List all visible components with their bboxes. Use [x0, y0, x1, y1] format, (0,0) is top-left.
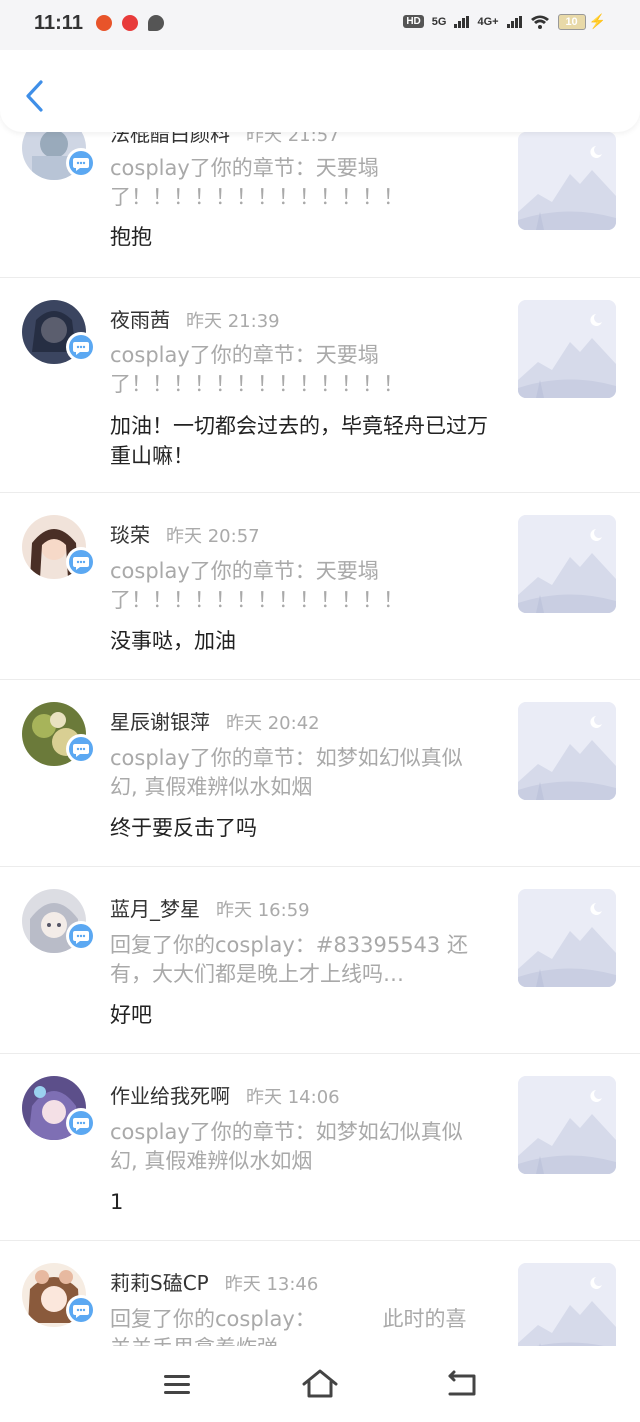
hd-voice-icon: HD — [403, 15, 424, 28]
notification-app-icon — [122, 15, 138, 31]
reply-text: 1 — [110, 1190, 124, 1214]
sender-name[interactable]: 夜雨茜 — [110, 304, 170, 333]
system-nav-bar — [0, 1346, 640, 1422]
list-item[interactable]: 作业给我死啊 昨天 14:06 cosplay了你的章节：如梦如幻似真似幻, 真… — [0, 1054, 640, 1241]
referenced-content[interactable]: cosplay了你的章节：天要塌了！！！！！！！！！！！！！ — [110, 341, 470, 399]
chapter-thumbnail[interactable] — [518, 300, 616, 398]
chapter-thumbnail[interactable] — [518, 889, 616, 987]
notification-app-icon — [96, 15, 112, 31]
chapter-thumbnail[interactable] — [518, 1263, 616, 1346]
chapter-thumbnail[interactable] — [518, 132, 616, 230]
comment-badge-icon — [66, 1108, 96, 1138]
list-item[interactable]: 星辰谢银萍 昨天 20:42 cosplay了你的章节：如梦如幻似真似幻, 真假… — [0, 680, 640, 867]
battery-icon: 10 ⚡ — [557, 13, 606, 30]
sender-name[interactable]: 琰荣 — [110, 519, 150, 548]
avatar[interactable] — [22, 300, 96, 366]
comment-badge-icon — [66, 547, 96, 577]
comment-badge-icon — [66, 148, 96, 178]
comment-badge-icon — [66, 734, 96, 764]
referenced-content[interactable]: cosplay了你的章节：天要塌了！！！！！！！！！！！！！ — [110, 154, 470, 212]
menu-icon[interactable] — [158, 1366, 198, 1402]
signal-icon — [506, 15, 522, 28]
charging-icon: ⚡ — [588, 13, 606, 29]
back-icon[interactable] — [442, 1366, 482, 1402]
home-icon[interactable] — [300, 1366, 340, 1402]
referenced-content[interactable]: cosplay了你的章节：如梦如幻似真似幻, 真假难辨似水如烟 — [110, 1118, 470, 1176]
avatar[interactable] — [22, 1263, 96, 1329]
reply-text: 没事哒，加油 — [110, 629, 236, 653]
avatar[interactable] — [22, 889, 96, 955]
avatar[interactable] — [22, 702, 96, 768]
status-time: 11:11 — [34, 12, 83, 34]
referenced-content[interactable]: 回复了你的cosplay：#83395543 还有，大大们都是晚上才上线吗… — [110, 931, 470, 989]
chapter-thumbnail[interactable] — [518, 702, 616, 800]
comment-badge-icon — [66, 1295, 96, 1325]
list-item[interactable]: 夜雨茜 昨天 21:39 cosplay了你的章节：天要塌了！！！！！！！！！！… — [0, 278, 640, 493]
message-time: 昨天 13:46 — [224, 1274, 319, 1295]
message-time: 昨天 20:42 — [226, 713, 320, 734]
reply-text: 抱抱 — [110, 225, 152, 249]
sender-name[interactable]: 莉莉S磕CP — [110, 1267, 209, 1296]
comment-badge-icon — [66, 921, 96, 951]
message-time: 昨天 20:57 — [166, 526, 260, 547]
back-chevron-left-icon[interactable] — [20, 78, 50, 114]
referenced-content[interactable]: cosplay了你的章节：如梦如幻似真似幻, 真假难辨似水如烟 — [110, 744, 470, 802]
reply-text: 终于要反击了吗 — [110, 816, 257, 840]
battery-level: 10 — [557, 13, 586, 30]
reply-text: 好吧 — [110, 1003, 152, 1027]
sender-name[interactable]: 蓝月_梦星 — [110, 893, 200, 922]
chapter-thumbnail[interactable] — [518, 1076, 616, 1174]
message-time: 昨天 21:39 — [186, 311, 280, 332]
sender-name[interactable]: 作业给我死啊 — [110, 1080, 230, 1109]
referenced-content[interactable]: cosplay了你的章节：天要塌了！！！！！！！！！！！！！ — [110, 557, 470, 615]
list-item[interactable]: 蓝月_梦星 昨天 16:59 回复了你的cosplay：#83395543 还有… — [0, 867, 640, 1054]
signal-icon — [454, 15, 470, 28]
message-time: 昨天 16:59 — [216, 900, 310, 921]
network-label-2: 4G+ — [477, 15, 499, 28]
chat-notification-icon — [148, 15, 164, 31]
list-item[interactable]: 莉莉S磕CP 昨天 13:46 回复了你的cosplay： 此时的喜羊羊手里拿着… — [0, 1241, 640, 1346]
comment-badge-icon — [66, 332, 96, 362]
message-list[interactable]: 法棍醋白颜料 昨天 21:57 cosplay了你的章节：天要塌了！！！！！！！… — [0, 0, 640, 1346]
message-time: 昨天 14:06 — [246, 1087, 340, 1108]
network-label: 5G — [431, 15, 447, 28]
avatar[interactable] — [22, 515, 96, 581]
wifi-icon — [530, 15, 549, 29]
status-bar: 11:11 HD 5G 4G+ 10 ⚡ — [0, 0, 640, 50]
chapter-thumbnail[interactable] — [518, 515, 616, 613]
referenced-content[interactable]: 回复了你的cosplay： 此时的喜羊羊手里拿着炸弹 — [110, 1305, 470, 1346]
list-item[interactable]: 琰荣 昨天 20:57 cosplay了你的章节：天要塌了！！！！！！！！！！！… — [0, 493, 640, 680]
sender-name[interactable]: 星辰谢银萍 — [110, 706, 210, 735]
avatar[interactable] — [22, 1076, 96, 1142]
top-app-bar — [0, 50, 640, 132]
reply-text: 加油！一切都会过去的，毕竟轻舟已过万重山嘛！ — [110, 414, 488, 468]
list-item[interactable]: 法棍醋白颜料 昨天 21:57 cosplay了你的章节：天要塌了！！！！！！！… — [0, 110, 640, 278]
